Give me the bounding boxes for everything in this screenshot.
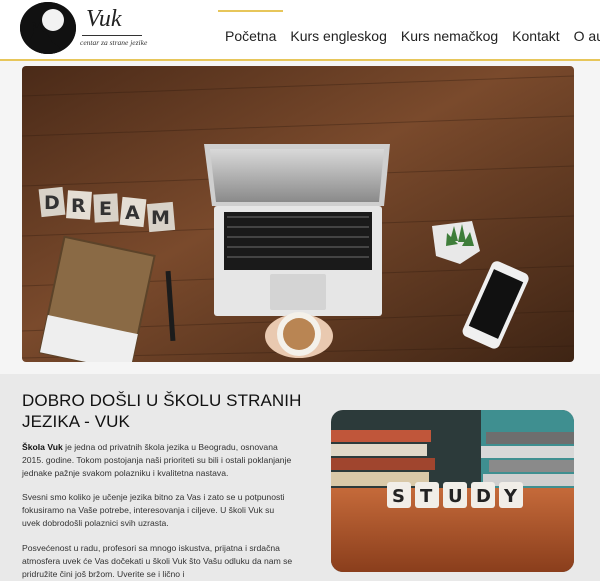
svg-text:R: R bbox=[71, 195, 86, 217]
svg-text:D: D bbox=[476, 486, 491, 507]
laptop-illustration bbox=[204, 144, 390, 316]
school-name-strong: Škola Vuk bbox=[22, 442, 63, 452]
main-nav: Početna Kurs engleskog Kurs nemačkog Kon… bbox=[218, 10, 600, 60]
svg-text:S: S bbox=[392, 486, 405, 507]
svg-text:T: T bbox=[420, 486, 433, 507]
study-image: S T U D Y bbox=[331, 410, 574, 572]
site-header: Vuk centar za strane jezike Početna Kurs… bbox=[0, 0, 600, 61]
nav-item-kurs-engleskog[interactable]: Kurs engleskog bbox=[283, 10, 394, 60]
brand-name: Vuk bbox=[86, 6, 122, 32]
logo[interactable]: Vuk centar za strane jezike bbox=[20, 2, 147, 54]
section-title: DOBRO DOŠLI U ŠKOLU STRANIH JEZIKA - VUK bbox=[22, 391, 302, 431]
svg-text:D: D bbox=[44, 192, 60, 214]
svg-text:M: M bbox=[151, 207, 170, 229]
nav-item-pocetna[interactable]: Početna bbox=[218, 10, 284, 60]
intro-paragraph-2: Svesni smo koliko je učenje jezika bitno… bbox=[22, 492, 285, 528]
wolf-logo-icon bbox=[20, 2, 76, 54]
nav-item-o-autoru[interactable]: O autoru bbox=[567, 10, 600, 60]
study-word-tiles: S T U D Y bbox=[387, 482, 523, 508]
svg-text:A: A bbox=[125, 202, 140, 224]
intro-paragraph-1-text: je jedna od privatnih škola jezika u Beo… bbox=[22, 442, 292, 478]
intro-paragraph-1: Škola Vuk je jedna od privatnih škola je… bbox=[22, 441, 294, 480]
logo-divider bbox=[82, 35, 142, 36]
hero-image: D R E A M bbox=[22, 66, 574, 362]
nav-item-kurs-nemackog[interactable]: Kurs nemačkog bbox=[394, 10, 505, 60]
brand-tagline: centar za strane jezike bbox=[80, 38, 148, 47]
nav-item-kontakt[interactable]: Kontakt bbox=[505, 10, 566, 60]
svg-text:E: E bbox=[99, 198, 112, 220]
intro-paragraph-3: Posvećenost u radu, profesori sa mnogo i… bbox=[22, 543, 293, 579]
svg-text:U: U bbox=[448, 486, 463, 507]
svg-text:Y: Y bbox=[503, 486, 518, 507]
intro-section: DOBRO DOŠLI U ŠKOLU STRANIH JEZIKA - VUK… bbox=[0, 374, 600, 581]
